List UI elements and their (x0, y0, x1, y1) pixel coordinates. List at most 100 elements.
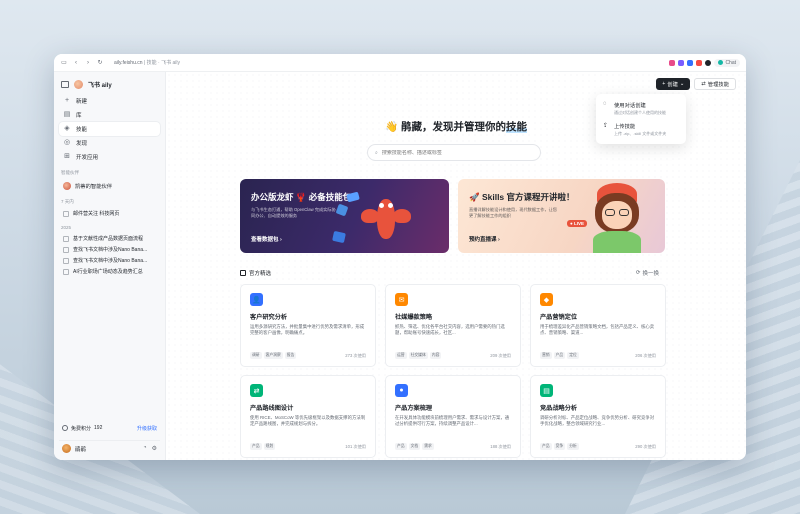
skill-usage-count: 101 次使用 (345, 444, 366, 449)
sidebar-item-develop[interactable]: ⊞ 开发应用 (59, 150, 160, 164)
skill-description: 在开发具体功能模块前梳理用户需求、需求与设计方案，通过分析提供可行方案，持续调整… (395, 415, 510, 427)
history-item[interactable]: 基于文献性成产品数据页面流程 (59, 233, 160, 244)
skill-tag: 规划 (263, 443, 276, 450)
document-icon (63, 246, 69, 253)
featured-section-header: 官方精选 ⟳ 换一换 (240, 269, 659, 277)
upgrade-link[interactable]: 升级获取 (137, 425, 157, 432)
skill-tags: 调研 客户洞察 报告 (250, 352, 297, 359)
create-button[interactable]: + 创建 ⌄ (656, 78, 691, 90)
chat-icon: ◌ (603, 101, 607, 107)
skill-title: 竞品战略分析 (540, 405, 578, 412)
chevron-down-icon: ⌄ (679, 81, 685, 87)
skill-card[interactable]: ⇄ 产品路线图设计 使用 RICE、MoSCoW 等优先级框架以及数据支撑的方法制定… (240, 375, 376, 458)
skill-tags: 运营 社交媒体 内容 (395, 352, 442, 359)
history-item[interactable]: AI行业职场广场动态及趋势汇总 (59, 266, 160, 277)
browser-window: ▭ ‹ › ↻ aily.feishu.cn | 技能 · 飞书 aily Ch… (54, 54, 746, 460)
skill-tag: 分析 (567, 443, 579, 450)
profile-icon[interactable] (705, 59, 712, 66)
skill-usage-count: 188 次使用 (490, 444, 511, 449)
menu-item-upload-skill[interactable]: ⇪ 上传技能 上传 .zip、.skill 文件或文件夹 (600, 119, 682, 140)
skill-tag: 产品 (553, 352, 566, 359)
menu-item-create-by-chat[interactable]: ◌ 使用对话创建 通过对话创建个人使用的技能 (600, 98, 682, 119)
skill-tag: 需求 (422, 443, 434, 450)
document-icon (63, 257, 69, 264)
search-input[interactable] (381, 149, 533, 156)
recent-item[interactable]: 邮件营关注 科技网页 (59, 208, 160, 219)
chat-button[interactable]: Chat (714, 58, 740, 67)
manage-skills-button[interactable]: ⇄ 管理技能 (694, 78, 736, 90)
forward-icon[interactable]: › (84, 59, 92, 67)
browser-toolbar: ▭ ‹ › ↻ aily.feishu.cn | 技能 · 飞书 aily Ch… (54, 54, 746, 72)
extension-icon[interactable] (696, 59, 703, 66)
skill-tag: 内容 (429, 352, 442, 359)
skill-card[interactable]: 👤 客户研究分析 运用多源研究方法，并批量集中进行优势及需求清单，形成完整的客户画像… (240, 284, 376, 367)
history-item[interactable]: 查找飞书文档中涉及Nano Bana... (59, 255, 160, 266)
brand-name: 飞书 aily (88, 82, 112, 89)
create-dropdown-menu: ◌ 使用对话创建 通过对话创建个人使用的技能 ⇪ 上传技能 上传 .zip、.ski… (596, 94, 686, 144)
address-bar[interactable]: aily.feishu.cn | 技能 · 飞书 aily (114, 59, 180, 66)
user-avatar (62, 444, 71, 453)
extension-icon[interactable] (687, 59, 694, 66)
skill-description: 运用多源研究方法，并批量集中进行优势及需求清单，形成完整的客户画像，明确痛点。 (250, 324, 365, 336)
skill-card[interactable]: ● 产品方案梳理在开发具体功能模块前梳理用户需求、需求与设计方案，通过分析提供可行… (385, 375, 521, 458)
skills-grid: 👤 客户研究分析 运用多源研究方法，并批量集中进行优势及需求清单，形成完整的客户画像… (240, 284, 666, 460)
skill-description: 调研分析对标、产品定位战略、竞争优势分析、研究竞争对手优化战略，整合领域研究行业… (540, 415, 655, 427)
refresh-icon: ⟳ (635, 270, 641, 276)
skill-usage-count: 290 次使用 (635, 444, 656, 449)
skill-icon: 👤 (250, 293, 263, 306)
document-icon (63, 235, 69, 242)
reload-icon[interactable]: ↻ (96, 59, 104, 67)
skill-icon: ● (395, 384, 408, 397)
credits-value: 192 (94, 425, 103, 431)
sidebar-agent[interactable]: 凯蒂的智能伙伴 (59, 179, 160, 193)
sidebar-item-new[interactable]: + 新建 (59, 94, 160, 108)
skill-tags: 产品 竞争 分析 (540, 443, 579, 450)
skill-tag: 产品 (540, 443, 552, 450)
banner-skills-course[interactable]: 🚀 Skills 官方课程开讲啦！ 直播详解技能设计和使用，现代数据工作，让您更… (458, 179, 665, 253)
collapse-sidebar-icon[interactable] (61, 80, 69, 88)
skill-icon: ✉ (395, 293, 408, 306)
skill-tag: 营销 (540, 352, 552, 359)
skill-card[interactable]: ◆ 产品营销定位用于梳理差异化产品营销策略文档，包括产品定义、核心卖点、营销策略、… (530, 284, 666, 367)
skill-icon: ◆ (540, 293, 553, 306)
extension-icon[interactable] (678, 59, 685, 66)
library-icon: ▤ (63, 111, 71, 118)
skill-description: 使用 RICE、MoSCoW 等优先级框架以及数据支撑的方法制定产品路线图，并完… (250, 415, 366, 427)
user-row[interactable]: 鹃鹃 ◔ ⚙ (59, 440, 160, 456)
history-item[interactable]: 查找飞书文档中涉及Nano Bana... (59, 244, 160, 255)
lobster-illustration (332, 187, 411, 247)
extension-icon[interactable] (669, 59, 676, 66)
plus-icon: + (64, 97, 70, 104)
credits-icon (62, 425, 68, 431)
sidebar-item-library[interactable]: ▤ 库 (59, 108, 160, 122)
sidebar-item-discover[interactable]: ◎ 发现 (59, 136, 160, 150)
main-content: + 创建 ⌄ ⇄ 管理技能 ◌ 使用对话创建 通过对话创建个人使用的技能 ⇪ 上传技能上… (166, 72, 746, 460)
section-label-agents: 智能伙伴 (61, 170, 79, 175)
skill-tag: 报告 (284, 352, 297, 359)
search-box[interactable]: ⌕ (367, 144, 541, 161)
skill-tags: 产品 规划 (250, 443, 276, 450)
notification-icon[interactable]: ◔ (143, 445, 147, 452)
skill-card[interactable]: ✉ 社媒爆款策略 抓热、筛选、优化各平台社交内容，选用户需要的热门选题，帮助账号快速… (385, 284, 521, 367)
banner-office-lobster[interactable]: 办公版龙虾 🦞 必备技能包 与飞书生态打通，帮助 OpenClaw 完成实际协同… (240, 179, 449, 253)
manage-icon: ⇄ (701, 81, 706, 87)
skill-title: 产品方案梳理 (395, 405, 433, 412)
banner-link[interactable]: 查看数据包 › (251, 235, 282, 243)
sidebar-item-skills[interactable]: ◈ 技能 (59, 122, 160, 136)
skill-card[interactable]: ▤ 竞品战略分析 调研分析对标、产品定位战略、竞争优势分析、研究竞争对手优化战略，整… (530, 375, 666, 458)
refresh-button[interactable]: ⟳ 换一换 (636, 269, 659, 277)
brand-avatar (74, 79, 83, 89)
chat-icon (718, 60, 724, 65)
skill-tags: 营销 产品 定位 (540, 352, 579, 359)
skill-description: 用于梳理差异化产品营销策略文档，包括产品定义、核心卖点、营销策略、渠道... (540, 324, 655, 336)
back-icon[interactable]: ‹ (72, 59, 80, 67)
search-icon: ⌕ (375, 149, 378, 156)
skill-title: 产品营销定位 (540, 314, 578, 321)
banner-link[interactable]: 预约直播课 › (469, 235, 500, 243)
settings-icon[interactable]: ⚙ (152, 445, 157, 452)
live-badge: ● LIVE (567, 220, 587, 227)
sidebar-toggle-icon[interactable]: ▭ (60, 59, 68, 67)
agent-avatar (63, 182, 71, 190)
skill-usage-count: 273 次使用 (345, 353, 366, 358)
section-label-2025: 2025 (61, 225, 72, 230)
